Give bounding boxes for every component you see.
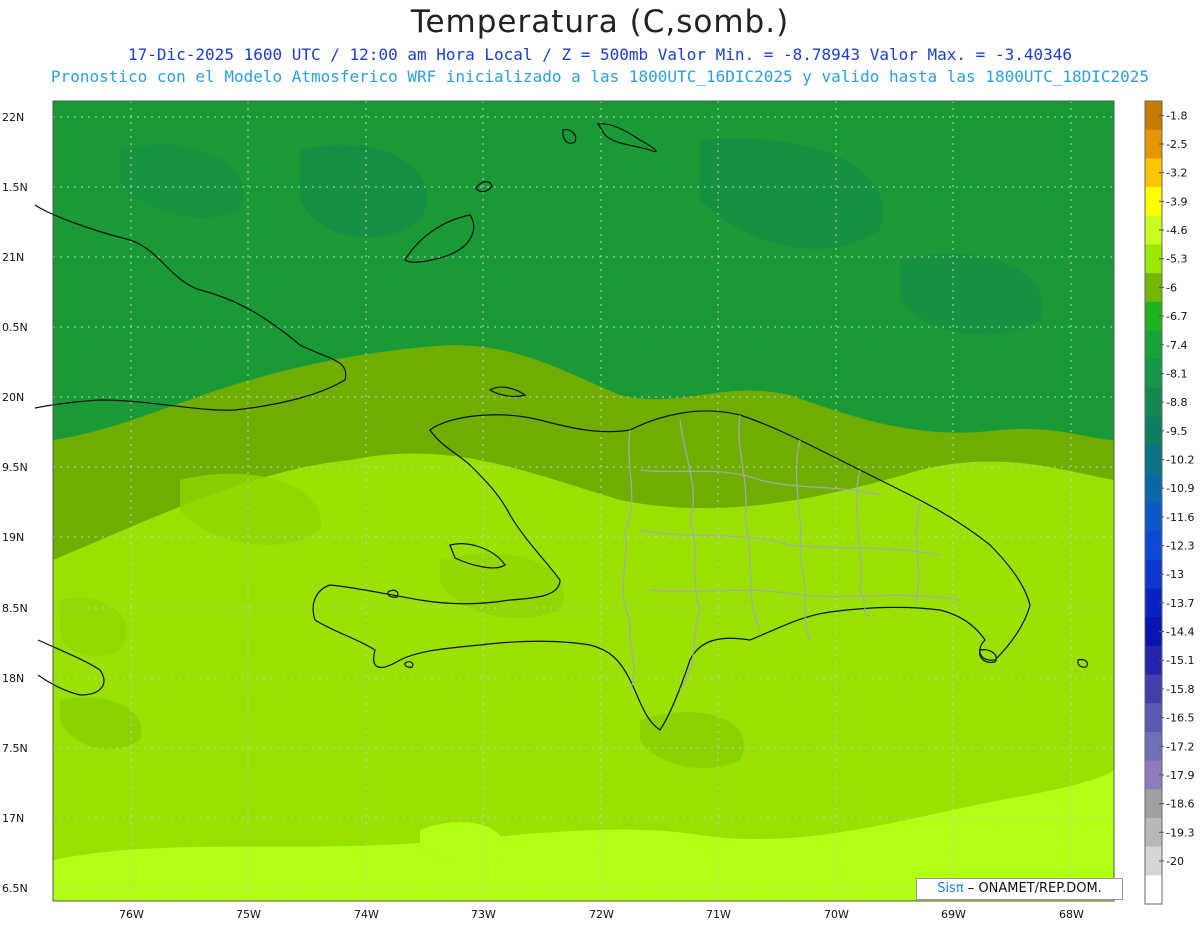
lat-label: 19N xyxy=(2,531,24,544)
lat-label: 9.5N xyxy=(2,461,28,474)
legend-label: -13 xyxy=(1166,568,1184,581)
legend-label: -8.8 xyxy=(1166,396,1187,409)
legend-swatch xyxy=(1145,875,1162,905)
credit-box: Sisπ – ONAMET/REP.DOM. xyxy=(916,878,1123,900)
temperature-map: 22N 1.5N 21N 0.5N 20N 9.5N 19N 8.5N 18N … xyxy=(2,100,1194,921)
legend-label: -10.2 xyxy=(1166,453,1194,466)
legend-label: -1.8 xyxy=(1166,109,1187,122)
lat-label: 17N xyxy=(2,812,24,825)
lat-label: 18N xyxy=(2,672,24,685)
legend-label: -10.9 xyxy=(1166,482,1194,495)
legend-label: -2.5 xyxy=(1166,138,1187,151)
legend-label: -4.6 xyxy=(1166,224,1187,237)
legend-label: -19.3 xyxy=(1166,826,1194,839)
legend-label: -17.2 xyxy=(1166,740,1194,753)
lat-label: 7.5N xyxy=(2,742,28,755)
lat-label: 20N xyxy=(2,391,24,404)
sispi-logo: Sisπ xyxy=(937,881,964,896)
lon-label: 72W xyxy=(589,908,614,921)
lon-label: 69W xyxy=(941,908,966,921)
legend-label: -6.7 xyxy=(1166,310,1187,323)
legend-label: -5.3 xyxy=(1166,253,1187,266)
legend-label: -15.8 xyxy=(1166,683,1194,696)
lon-label: 71W xyxy=(706,908,731,921)
lon-label: 76W xyxy=(119,908,144,921)
color-legend: -1.8 -2.5 -3.2 -3.9 -4.6 -5.3 -6 -6.7 -7.4 -8.1 -8… xyxy=(1144,100,1194,905)
legend-label: -11.6 xyxy=(1166,511,1194,524)
legend-label: -16.5 xyxy=(1166,712,1194,725)
legend-label: -8.1 xyxy=(1166,367,1187,380)
legend-label: -7.4 xyxy=(1166,339,1187,352)
legend-label: -20 xyxy=(1166,855,1184,868)
lon-label: 75W xyxy=(236,908,261,921)
legend-label: -15.1 xyxy=(1166,654,1194,667)
legend-label: -17.9 xyxy=(1166,769,1194,782)
legend-label: -9.5 xyxy=(1166,425,1187,438)
shaded-field xyxy=(53,101,1114,901)
lat-label: 0.5N xyxy=(2,321,28,334)
credit-text: – ONAMET/REP.DOM. xyxy=(963,881,1102,896)
legend-label: -18.6 xyxy=(1166,798,1194,811)
legend-label: -3.9 xyxy=(1166,195,1187,208)
lat-label: 8.5N xyxy=(2,602,28,615)
lon-label: 70W xyxy=(824,908,849,921)
lat-label: 1.5N xyxy=(2,181,28,194)
lon-label: 68W xyxy=(1059,908,1084,921)
legend-label: -14.4 xyxy=(1166,626,1194,639)
longitude-labels: 76W 75W 74W 73W 72W 71W 70W 69W 68W xyxy=(119,908,1084,921)
legend-label: -3.2 xyxy=(1166,167,1187,180)
lat-label: 21N xyxy=(2,251,24,264)
legend-label: -6 xyxy=(1166,281,1177,294)
legend-label: -13.7 xyxy=(1166,597,1194,610)
latitude-labels: 22N 1.5N 21N 0.5N 20N 9.5N 19N 8.5N 18N … xyxy=(2,111,28,895)
legend-label: -12.3 xyxy=(1166,540,1194,553)
lat-label: 6.5N xyxy=(2,882,28,895)
lon-label: 73W xyxy=(471,908,496,921)
lon-label: 74W xyxy=(354,908,379,921)
lat-label: 22N xyxy=(2,111,24,124)
